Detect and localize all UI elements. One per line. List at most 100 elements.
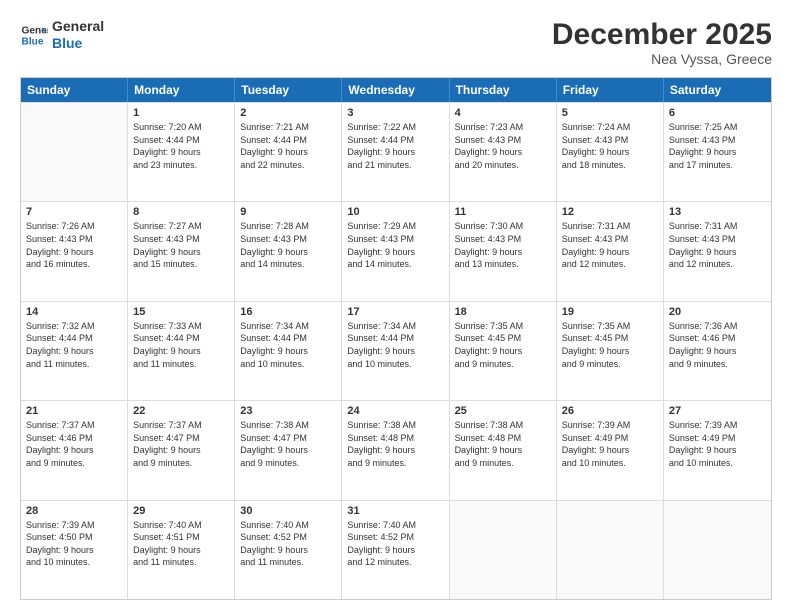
header-day-friday: Friday [557,78,664,102]
day-number: 12 [562,206,658,218]
day-info: Sunrise: 7:38 AM Sunset: 4:48 PM Dayligh… [455,419,551,469]
day-number: 3 [347,107,443,119]
day-number: 14 [26,306,122,318]
day-info: Sunrise: 7:35 AM Sunset: 4:45 PM Dayligh… [455,320,551,370]
svg-text:Blue: Blue [22,36,44,47]
day-info: Sunrise: 7:31 AM Sunset: 4:43 PM Dayligh… [669,220,766,270]
logo-line1: General [52,18,104,35]
day-info: Sunrise: 7:38 AM Sunset: 4:48 PM Dayligh… [347,419,443,469]
day-info: Sunrise: 7:34 AM Sunset: 4:44 PM Dayligh… [240,320,336,370]
day-info: Sunrise: 7:33 AM Sunset: 4:44 PM Dayligh… [133,320,229,370]
day-info: Sunrise: 7:40 AM Sunset: 4:51 PM Dayligh… [133,519,229,569]
calendar-cell-3-5: 26 Sunrise: 7:39 AM Sunset: 4:49 PM Dayli… [557,401,664,499]
day-info: Sunrise: 7:39 AM Sunset: 4:50 PM Dayligh… [26,519,122,569]
day-number: 19 [562,306,658,318]
day-info: Sunrise: 7:31 AM Sunset: 4:43 PM Dayligh… [562,220,658,270]
calendar-cell-2-5: 19 Sunrise: 7:35 AM Sunset: 4:45 PM Dayli… [557,302,664,400]
calendar-cell-3-2: 23 Sunrise: 7:38 AM Sunset: 4:47 PM Dayli… [235,401,342,499]
logo-line2: Blue [52,35,104,52]
header-day-sunday: Sunday [21,78,128,102]
day-number: 20 [669,306,766,318]
day-info: Sunrise: 7:27 AM Sunset: 4:43 PM Dayligh… [133,220,229,270]
logo: General Blue General Blue [20,18,104,52]
calendar-cell-1-1: 8 Sunrise: 7:27 AM Sunset: 4:43 PM Daylig… [128,202,235,300]
calendar-cell-4-4 [450,501,557,599]
calendar-cell-0-2: 2 Sunrise: 7:21 AM Sunset: 4:44 PM Daylig… [235,103,342,201]
day-number: 23 [240,405,336,417]
calendar-cell-0-0 [21,103,128,201]
day-number: 26 [562,405,658,417]
calendar-body: 1 Sunrise: 7:20 AM Sunset: 4:44 PM Daylig… [21,102,771,599]
header-day-thursday: Thursday [450,78,557,102]
day-number: 1 [133,107,229,119]
day-info: Sunrise: 7:39 AM Sunset: 4:49 PM Dayligh… [669,419,766,469]
calendar-cell-2-6: 20Sunrise: 7:36 AM Sunset: 4:46 PM Dayli… [664,302,771,400]
calendar-row-1: 7Sunrise: 7:26 AM Sunset: 4:43 PM Daylig… [21,201,771,300]
day-info: Sunrise: 7:39 AM Sunset: 4:49 PM Dayligh… [562,419,658,469]
day-info: Sunrise: 7:34 AM Sunset: 4:44 PM Dayligh… [347,320,443,370]
calendar-cell-0-6: 6Sunrise: 7:25 AM Sunset: 4:43 PM Daylig… [664,103,771,201]
day-number: 17 [347,306,443,318]
calendar-row-2: 14 Sunrise: 7:32 AM Sunset: 4:44 PM Dayli… [21,301,771,400]
header-day-monday: Monday [128,78,235,102]
calendar-cell-4-0: 28 Sunrise: 7:39 AM Sunset: 4:50 PM Dayli… [21,501,128,599]
calendar-cell-0-1: 1 Sunrise: 7:20 AM Sunset: 4:44 PM Daylig… [128,103,235,201]
calendar-cell-1-2: 9 Sunrise: 7:28 AM Sunset: 4:43 PM Daylig… [235,202,342,300]
day-info: Sunrise: 7:22 AM Sunset: 4:44 PM Dayligh… [347,121,443,171]
main-title: December 2025 [552,18,772,51]
day-info: Sunrise: 7:29 AM Sunset: 4:43 PM Dayligh… [347,220,443,270]
calendar-cell-0-5: 5Sunrise: 7:24 AM Sunset: 4:43 PM Daylig… [557,103,664,201]
day-info: Sunrise: 7:35 AM Sunset: 4:45 PM Dayligh… [562,320,658,370]
day-number: 30 [240,505,336,517]
day-info: Sunrise: 7:37 AM Sunset: 4:47 PM Dayligh… [133,419,229,469]
day-number: 9 [240,206,336,218]
day-number: 13 [669,206,766,218]
day-info: Sunrise: 7:20 AM Sunset: 4:44 PM Dayligh… [133,121,229,171]
day-number: 8 [133,206,229,218]
day-number: 10 [347,206,443,218]
day-number: 15 [133,306,229,318]
calendar-cell-0-3: 3 Sunrise: 7:22 AM Sunset: 4:44 PM Daylig… [342,103,449,201]
day-info: Sunrise: 7:40 AM Sunset: 4:52 PM Dayligh… [240,519,336,569]
header: General Blue General Blue December 2025 … [20,18,772,67]
day-number: 11 [455,206,551,218]
calendar-cell-3-1: 22 Sunrise: 7:37 AM Sunset: 4:47 PM Dayli… [128,401,235,499]
day-info: Sunrise: 7:28 AM Sunset: 4:43 PM Dayligh… [240,220,336,270]
day-number: 22 [133,405,229,417]
calendar-cell-1-5: 12 Sunrise: 7:31 AM Sunset: 4:43 PM Dayli… [557,202,664,300]
day-number: 28 [26,505,122,517]
title-block: December 2025 Nea Vyssa, Greece [552,18,772,67]
calendar-cell-2-2: 16 Sunrise: 7:34 AM Sunset: 4:44 PM Dayli… [235,302,342,400]
calendar-cell-3-6: 27Sunrise: 7:39 AM Sunset: 4:49 PM Dayli… [664,401,771,499]
day-info: Sunrise: 7:21 AM Sunset: 4:44 PM Dayligh… [240,121,336,171]
day-info: Sunrise: 7:38 AM Sunset: 4:47 PM Dayligh… [240,419,336,469]
day-number: 5 [562,107,658,119]
day-info: Sunrise: 7:25 AM Sunset: 4:43 PM Dayligh… [669,121,766,171]
calendar-cell-2-0: 14 Sunrise: 7:32 AM Sunset: 4:44 PM Dayli… [21,302,128,400]
day-info: Sunrise: 7:30 AM Sunset: 4:43 PM Dayligh… [455,220,551,270]
calendar-cell-2-3: 17 Sunrise: 7:34 AM Sunset: 4:44 PM Dayli… [342,302,449,400]
day-info: Sunrise: 7:26 AM Sunset: 4:43 PM Dayligh… [26,220,122,270]
calendar-cell-3-4: 25Sunrise: 7:38 AM Sunset: 4:48 PM Dayli… [450,401,557,499]
day-number: 21 [26,405,122,417]
page: General Blue General Blue December 2025 … [0,0,792,612]
calendar-row-3: 21 Sunrise: 7:37 AM Sunset: 4:46 PM Dayli… [21,400,771,499]
day-info: Sunrise: 7:32 AM Sunset: 4:44 PM Dayligh… [26,320,122,370]
subtitle: Nea Vyssa, Greece [552,51,772,67]
calendar-cell-1-6: 13 Sunrise: 7:31 AM Sunset: 4:43 PM Dayli… [664,202,771,300]
day-number: 4 [455,107,551,119]
calendar: SundayMondayTuesdayWednesdayThursdayFrid… [20,77,772,600]
calendar-cell-1-4: 11 Sunrise: 7:30 AM Sunset: 4:43 PM Dayli… [450,202,557,300]
day-number: 29 [133,505,229,517]
calendar-header: SundayMondayTuesdayWednesdayThursdayFrid… [21,78,771,102]
calendar-cell-1-3: 10 Sunrise: 7:29 AM Sunset: 4:43 PM Dayli… [342,202,449,300]
day-number: 2 [240,107,336,119]
day-number: 16 [240,306,336,318]
calendar-row-0: 1 Sunrise: 7:20 AM Sunset: 4:44 PM Daylig… [21,102,771,201]
calendar-cell-3-3: 24Sunrise: 7:38 AM Sunset: 4:48 PM Dayli… [342,401,449,499]
logo-icon: General Blue [20,21,48,49]
day-info: Sunrise: 7:23 AM Sunset: 4:43 PM Dayligh… [455,121,551,171]
day-number: 18 [455,306,551,318]
day-info: Sunrise: 7:37 AM Sunset: 4:46 PM Dayligh… [26,419,122,469]
header-day-tuesday: Tuesday [235,78,342,102]
